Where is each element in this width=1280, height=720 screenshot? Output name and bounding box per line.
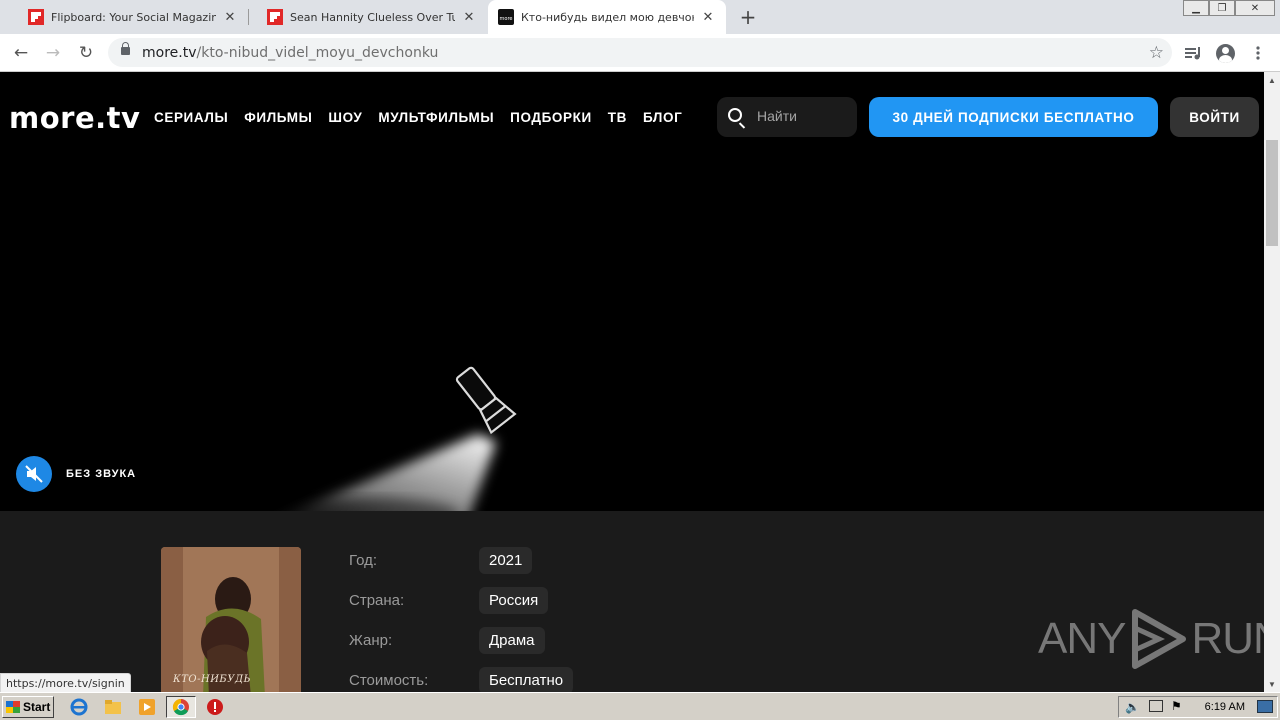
browser-tab-active[interactable]: more Кто-нибудь видел мою девчонку? ✕ (488, 0, 726, 34)
network-icon[interactable] (1149, 700, 1163, 712)
close-icon[interactable]: ✕ (222, 9, 238, 25)
volume-icon[interactable]: 🔈 (1125, 700, 1140, 714)
page-viewport: more.tv СЕРИАЛЫ ФИЛЬМЫ ШОУ МУЛЬТФИЛЬМЫ П… (0, 72, 1264, 692)
nav-item-blog[interactable]: БЛОГ (643, 110, 682, 125)
detail-row-price: Стоимость: Бесплатно (349, 667, 574, 692)
poster-art (161, 547, 301, 692)
system-tray: 🔈 ⚑ 6:19 AM (1118, 696, 1278, 718)
movie-poster[interactable]: КТО-НИБУДЬ (161, 547, 301, 692)
nav-item-cartoons[interactable]: МУЛЬТФИЛЬМЫ (378, 110, 494, 125)
media-player-icon[interactable] (136, 697, 158, 717)
tab-title: Кто-нибудь видел мою девчонку? (521, 10, 694, 24)
address-bar[interactable]: more.tv/kto-nibud_videl_moyu_devchonku ☆ (108, 38, 1172, 67)
country-chip[interactable]: Россия (479, 587, 549, 614)
nav-item-movies[interactable]: ФИЛЬМЫ (244, 110, 312, 125)
search-box[interactable] (717, 97, 857, 137)
scroll-down-arrow-icon[interactable]: ▼ (1264, 676, 1280, 692)
watermark-text-right: RUN (1191, 614, 1264, 663)
file-explorer-icon[interactable] (102, 697, 124, 717)
flipboard-icon (267, 9, 283, 25)
detail-label: Год: (349, 552, 378, 569)
search-icon[interactable] (728, 108, 742, 122)
link-status-tooltip: https://more.tv/signin (0, 673, 131, 693)
main-nav: СЕРИАЛЫ ФИЛЬМЫ ШОУ МУЛЬТФИЛЬМЫ ПОДБОРКИ … (154, 110, 698, 125)
start-label: Start (23, 700, 51, 714)
page-scrollbar[interactable]: ▲ ▼ (1264, 72, 1280, 692)
nav-item-shows[interactable]: ШОУ (328, 110, 362, 125)
detail-row-year: Год: 2021 (349, 547, 533, 574)
speaker-muted-icon (25, 465, 43, 483)
detail-label: Стоимость: (349, 672, 429, 689)
flashlight-illustration (271, 366, 517, 511)
svg-text:more: more (500, 16, 513, 22)
detail-label: Жанр: (349, 632, 393, 649)
close-window-button[interactable]: ✕ (1235, 0, 1275, 16)
detail-row-genre: Жанр: Драма (349, 627, 545, 654)
taskbar-clock: 6:19 AM (1204, 701, 1245, 713)
browser-tab[interactable]: Flipboard: Your Social Magazine ✕ (8, 0, 248, 34)
moretv-favicon-icon: more (498, 9, 514, 25)
search-input[interactable] (757, 108, 849, 124)
stop-sign-icon[interactable] (204, 697, 226, 717)
minimize-window-button[interactable]: ▁ (1183, 0, 1209, 16)
watermark-text-left: ANY (1038, 614, 1126, 663)
trailer-hero[interactable]: БЕЗ ЗВУКА (0, 162, 1264, 511)
mute-toggle-button[interactable] (16, 456, 52, 492)
reload-icon[interactable]: ↻ (75, 42, 97, 64)
tab-title: Flipboard: Your Social Magazine (51, 10, 216, 24)
login-button[interactable]: ВОЙТИ (1170, 97, 1259, 137)
browser-toolbar: ← → ↻ more.tv/kto-nibud_videl_moyu_devch… (0, 34, 1280, 72)
new-tab-button[interactable]: + (738, 5, 758, 29)
nav-item-tv[interactable]: ТВ (608, 110, 627, 125)
browser-tab[interactable]: Sean Hannity Clueless Over Tucker C ✕ (247, 0, 487, 34)
show-desktop-icon[interactable] (1257, 700, 1273, 713)
moretv-logo[interactable]: more.tv (9, 101, 140, 135)
start-button[interactable]: Start (2, 696, 54, 718)
ie-icon[interactable] (68, 697, 90, 717)
profile-avatar-icon[interactable] (1214, 42, 1236, 64)
movie-info: КТО-НИБУДЬ Год: 2021 Страна: Россия Жанр… (0, 511, 1264, 692)
lock-icon (121, 42, 130, 55)
site-header: more.tv СЕРИАЛЫ ФИЛЬМЫ ШОУ МУЛЬТФИЛЬМЫ П… (0, 72, 1264, 162)
scroll-thumb[interactable] (1266, 140, 1278, 246)
chrome-icon (172, 698, 189, 716)
genre-chip[interactable]: Драма (479, 627, 545, 654)
detail-label: Страна: (349, 592, 405, 609)
action-center-flag-icon[interactable]: ⚑ (1171, 699, 1182, 713)
close-icon[interactable]: ✕ (461, 9, 477, 25)
media-control-icon[interactable] (1182, 42, 1204, 64)
restore-window-button[interactable]: ❐ (1209, 0, 1235, 16)
url-text[interactable]: more.tv/kto-nibud_videl_moyu_devchonku (142, 45, 438, 61)
back-arrow-icon[interactable]: ← (10, 42, 32, 64)
windows-taskbar: Start 🔈 ⚑ 6:19 AM (0, 692, 1280, 720)
mute-label: БЕЗ ЗВУКА (66, 468, 137, 480)
price-chip[interactable]: Бесплатно (479, 667, 574, 692)
poster-caption: КТО-НИБУДЬ (173, 674, 251, 685)
scroll-up-arrow-icon[interactable]: ▲ (1264, 72, 1280, 88)
detail-row-country: Страна: Россия (349, 587, 549, 614)
anyrun-watermark: ANY RUN (1038, 608, 1264, 670)
close-icon[interactable]: ✕ (700, 9, 716, 25)
forward-arrow-icon[interactable]: → (42, 42, 64, 64)
nav-item-series[interactable]: СЕРИАЛЫ (154, 110, 228, 125)
nav-item-collections[interactable]: ПОДБОРКИ (510, 110, 592, 125)
chrome-taskbar-button[interactable] (166, 696, 196, 718)
play-triangle-icon (1132, 609, 1187, 669)
flipboard-icon (28, 9, 44, 25)
windows-logo-icon (6, 701, 20, 713)
tab-title: Sean Hannity Clueless Over Tucker C (290, 10, 455, 24)
browser-tab-strip: Flipboard: Your Social Magazine ✕ Sean H… (0, 0, 1280, 34)
free-subscription-button[interactable]: 30 ДНЕЙ ПОДПИСКИ БЕСПЛАТНО (869, 97, 1158, 137)
bookmark-star-icon[interactable]: ☆ (1149, 43, 1164, 63)
more-menu-icon[interactable] (1247, 42, 1269, 64)
year-chip[interactable]: 2021 (479, 547, 533, 574)
